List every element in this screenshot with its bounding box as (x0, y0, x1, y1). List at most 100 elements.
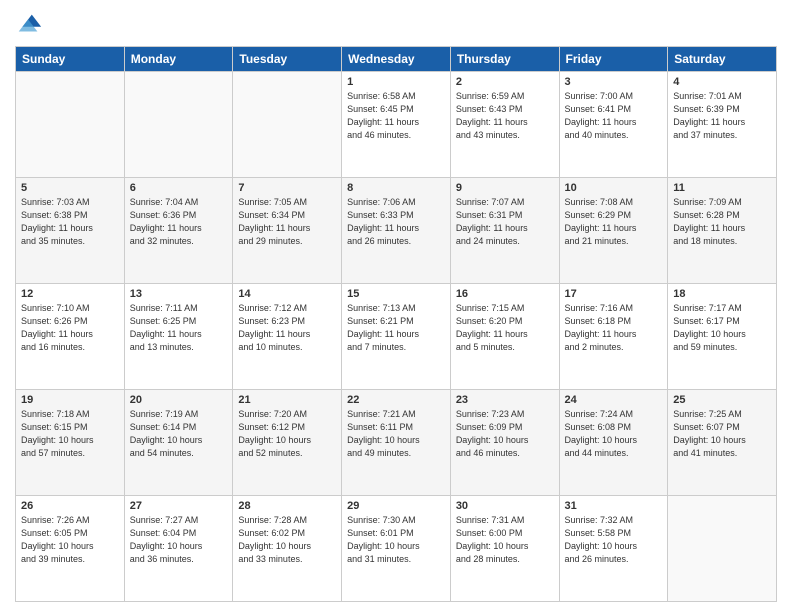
day-cell-9: 9 Sunrise: 7:07 AM Sunset: 6:31 PM Daylig… (450, 178, 559, 284)
day-info: Sunrise: 7:11 AM Sunset: 6:25 PM Dayligh… (130, 302, 228, 354)
day-cell-26: 26 Sunrise: 7:26 AM Sunset: 6:05 PM Dayli… (16, 496, 125, 602)
day-number: 16 (456, 288, 554, 300)
day-cell-2: 2 Sunrise: 6:59 AM Sunset: 6:43 PM Daylig… (450, 72, 559, 178)
day-cell-29: 29 Sunrise: 7:30 AM Sunset: 6:01 PM Dayli… (342, 496, 451, 602)
day-info: Sunrise: 7:10 AM Sunset: 6:26 PM Dayligh… (21, 302, 119, 354)
day-number: 6 (130, 182, 228, 194)
day-cell-16: 16 Sunrise: 7:15 AM Sunset: 6:20 PM Dayli… (450, 284, 559, 390)
day-cell-14: 14 Sunrise: 7:12 AM Sunset: 6:23 PM Dayli… (233, 284, 342, 390)
day-number: 27 (130, 500, 228, 512)
weekday-header-row: SundayMondayTuesdayWednesdayThursdayFrid… (16, 47, 777, 72)
calendar-row-2: 5Sunrise: 7:03 AM Sunset: 6:38 PM Daylig… (16, 178, 777, 284)
weekday-header-tuesday: Tuesday (233, 47, 342, 72)
day-number: 23 (456, 394, 554, 406)
day-number: 20 (130, 394, 228, 406)
day-cell-4: 4Sunrise: 7:01 AM Sunset: 6:39 PM Daylig… (668, 72, 777, 178)
empty-cell (233, 72, 342, 178)
day-cell-21: 21 Sunrise: 7:20 AM Sunset: 6:12 PM Dayli… (233, 390, 342, 496)
day-cell-30: 30Sunrise: 7:31 AM Sunset: 6:00 PM Dayli… (450, 496, 559, 602)
day-number: 5 (21, 182, 119, 194)
day-info: Sunrise: 7:30 AM Sunset: 6:01 PM Dayligh… (347, 514, 445, 566)
day-info: Sunrise: 7:16 AM Sunset: 6:18 PM Dayligh… (565, 302, 663, 354)
day-cell-23: 23 Sunrise: 7:23 AM Sunset: 6:09 PM Dayli… (450, 390, 559, 496)
day-info: Sunrise: 7:27 AM Sunset: 6:04 PM Dayligh… (130, 514, 228, 566)
day-number: 21 (238, 394, 336, 406)
day-info: Sunrise: 6:58 AM Sunset: 6:45 PM Dayligh… (347, 90, 445, 142)
day-number: 17 (565, 288, 663, 300)
day-number: 11 (673, 182, 771, 194)
day-number: 26 (21, 500, 119, 512)
day-cell-18: 18 Sunrise: 7:17 AM Sunset: 6:17 PM Dayli… (668, 284, 777, 390)
day-cell-24: 24Sunrise: 7:24 AM Sunset: 6:08 PM Dayli… (559, 390, 668, 496)
calendar-row-1: 1 Sunrise: 6:58 AM Sunset: 6:45 PM Daylig… (16, 72, 777, 178)
day-number: 22 (347, 394, 445, 406)
day-info: Sunrise: 7:08 AM Sunset: 6:29 PM Dayligh… (565, 196, 663, 248)
weekday-header-wednesday: Wednesday (342, 47, 451, 72)
day-cell-11: 11 Sunrise: 7:09 AM Sunset: 6:28 PM Dayli… (668, 178, 777, 284)
day-info: Sunrise: 7:25 AM Sunset: 6:07 PM Dayligh… (673, 408, 771, 460)
day-info: Sunrise: 7:21 AM Sunset: 6:11 PM Dayligh… (347, 408, 445, 460)
weekday-header-thursday: Thursday (450, 47, 559, 72)
calendar-row-4: 19Sunrise: 7:18 AM Sunset: 6:15 PM Dayli… (16, 390, 777, 496)
day-cell-10: 10Sunrise: 7:08 AM Sunset: 6:29 PM Dayli… (559, 178, 668, 284)
day-number: 14 (238, 288, 336, 300)
day-cell-17: 17 Sunrise: 7:16 AM Sunset: 6:18 PM Dayli… (559, 284, 668, 390)
day-number: 1 (347, 76, 445, 88)
day-info: Sunrise: 6:59 AM Sunset: 6:43 PM Dayligh… (456, 90, 554, 142)
day-cell-1: 1 Sunrise: 6:58 AM Sunset: 6:45 PM Daylig… (342, 72, 451, 178)
weekday-header-saturday: Saturday (668, 47, 777, 72)
day-cell-22: 22 Sunrise: 7:21 AM Sunset: 6:11 PM Dayli… (342, 390, 451, 496)
weekday-header-monday: Monday (124, 47, 233, 72)
day-info: Sunrise: 7:07 AM Sunset: 6:31 PM Dayligh… (456, 196, 554, 248)
day-info: Sunrise: 7:01 AM Sunset: 6:39 PM Dayligh… (673, 90, 771, 142)
day-info: Sunrise: 7:17 AM Sunset: 6:17 PM Dayligh… (673, 302, 771, 354)
page: SundayMondayTuesdayWednesdayThursdayFrid… (0, 0, 792, 612)
day-cell-8: 8Sunrise: 7:06 AM Sunset: 6:33 PM Daylig… (342, 178, 451, 284)
day-info: Sunrise: 7:32 AM Sunset: 5:58 PM Dayligh… (565, 514, 663, 566)
day-number: 3 (565, 76, 663, 88)
day-number: 29 (347, 500, 445, 512)
day-number: 13 (130, 288, 228, 300)
weekday-header-sunday: Sunday (16, 47, 125, 72)
day-cell-31: 31 Sunrise: 7:32 AM Sunset: 5:58 PM Dayli… (559, 496, 668, 602)
day-cell-27: 27 Sunrise: 7:27 AM Sunset: 6:04 PM Dayli… (124, 496, 233, 602)
day-info: Sunrise: 7:28 AM Sunset: 6:02 PM Dayligh… (238, 514, 336, 566)
day-cell-19: 19Sunrise: 7:18 AM Sunset: 6:15 PM Dayli… (16, 390, 125, 496)
day-info: Sunrise: 7:26 AM Sunset: 6:05 PM Dayligh… (21, 514, 119, 566)
day-cell-25: 25 Sunrise: 7:25 AM Sunset: 6:07 PM Dayli… (668, 390, 777, 496)
day-number: 9 (456, 182, 554, 194)
day-cell-20: 20Sunrise: 7:19 AM Sunset: 6:14 PM Dayli… (124, 390, 233, 496)
day-info: Sunrise: 7:09 AM Sunset: 6:28 PM Dayligh… (673, 196, 771, 248)
day-cell-3: 3 Sunrise: 7:00 AM Sunset: 6:41 PM Daylig… (559, 72, 668, 178)
day-number: 15 (347, 288, 445, 300)
day-number: 25 (673, 394, 771, 406)
day-number: 28 (238, 500, 336, 512)
day-info: Sunrise: 7:24 AM Sunset: 6:08 PM Dayligh… (565, 408, 663, 460)
header (15, 10, 777, 38)
day-number: 18 (673, 288, 771, 300)
calendar-table: SundayMondayTuesdayWednesdayThursdayFrid… (15, 46, 777, 602)
day-info: Sunrise: 7:12 AM Sunset: 6:23 PM Dayligh… (238, 302, 336, 354)
day-cell-12: 12Sunrise: 7:10 AM Sunset: 6:26 PM Dayli… (16, 284, 125, 390)
day-cell-6: 6Sunrise: 7:04 AM Sunset: 6:36 PM Daylig… (124, 178, 233, 284)
logo-icon (15, 10, 43, 38)
day-info: Sunrise: 7:15 AM Sunset: 6:20 PM Dayligh… (456, 302, 554, 354)
day-info: Sunrise: 7:13 AM Sunset: 6:21 PM Dayligh… (347, 302, 445, 354)
empty-cell (124, 72, 233, 178)
day-number: 19 (21, 394, 119, 406)
day-cell-7: 7 Sunrise: 7:05 AM Sunset: 6:34 PM Daylig… (233, 178, 342, 284)
day-info: Sunrise: 7:06 AM Sunset: 6:33 PM Dayligh… (347, 196, 445, 248)
day-info: Sunrise: 7:23 AM Sunset: 6:09 PM Dayligh… (456, 408, 554, 460)
empty-cell (16, 72, 125, 178)
day-cell-28: 28 Sunrise: 7:28 AM Sunset: 6:02 PM Dayli… (233, 496, 342, 602)
calendar-row-5: 26 Sunrise: 7:26 AM Sunset: 6:05 PM Dayli… (16, 496, 777, 602)
day-number: 2 (456, 76, 554, 88)
empty-cell (668, 496, 777, 602)
day-number: 7 (238, 182, 336, 194)
logo (15, 10, 47, 38)
day-number: 31 (565, 500, 663, 512)
day-info: Sunrise: 7:20 AM Sunset: 6:12 PM Dayligh… (238, 408, 336, 460)
day-info: Sunrise: 7:00 AM Sunset: 6:41 PM Dayligh… (565, 90, 663, 142)
calendar-row-3: 12Sunrise: 7:10 AM Sunset: 6:26 PM Dayli… (16, 284, 777, 390)
day-info: Sunrise: 7:05 AM Sunset: 6:34 PM Dayligh… (238, 196, 336, 248)
